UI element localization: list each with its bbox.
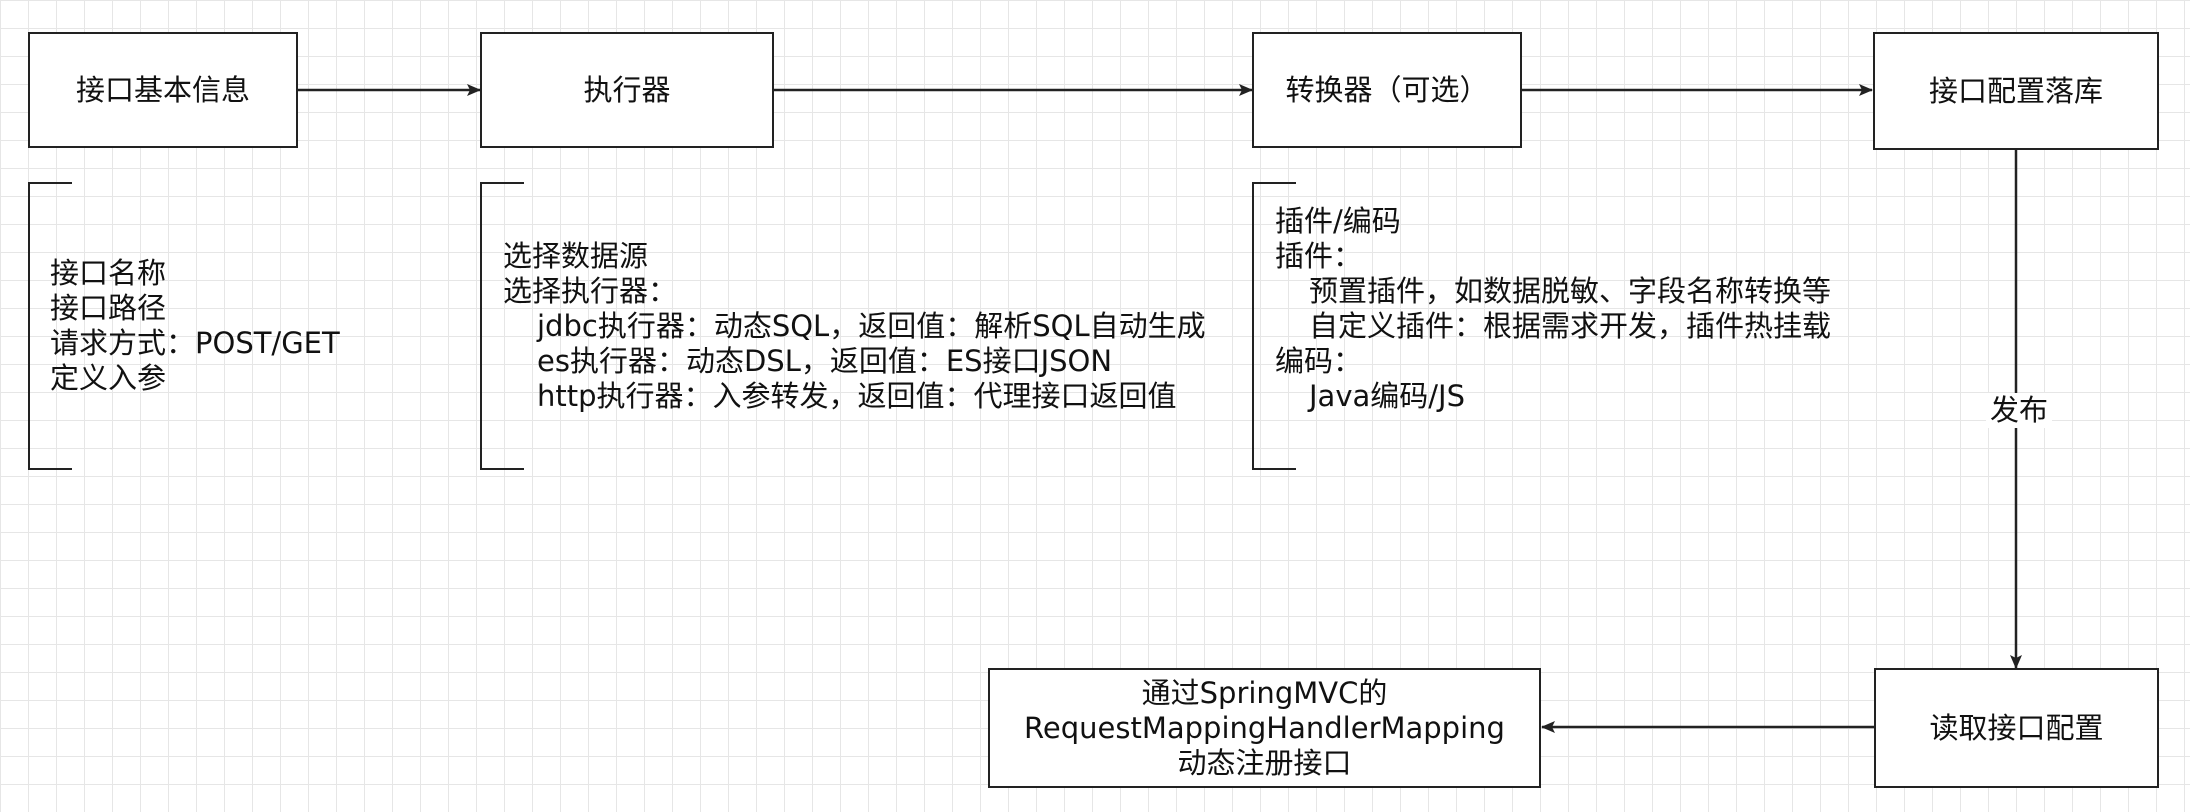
note-converter-line: 插件/编码 bbox=[1275, 204, 1401, 238]
node-executor: 执行器 bbox=[480, 32, 774, 148]
note-executor-line: http执行器：入参转发，返回值：代理接口返回值 bbox=[537, 379, 1177, 413]
note-converter: 插件/编码 插件： 预置插件，如数据脱敏、字段名称转换等 自定义插件：根据需求开… bbox=[1275, 204, 1831, 414]
node-register-line-2: RequestMappingHandlerMapping bbox=[1024, 710, 1505, 745]
node-converter-label: 转换器（可选） bbox=[1285, 72, 1489, 107]
node-converter: 转换器（可选） bbox=[1252, 32, 1522, 148]
note-basic-info-line: 接口名称 bbox=[50, 256, 167, 290]
node-register: 通过SpringMVC的 RequestMappingHandlerMappin… bbox=[988, 668, 1541, 788]
note-executor-line: es执行器：动态DSL，返回值：ES接口JSON bbox=[537, 344, 1113, 378]
note-basic-info-line: 接口路径 bbox=[50, 291, 167, 325]
note-converter-line: 预置插件，如数据脱敏、字段名称转换等 bbox=[1309, 274, 1832, 308]
node-read-config: 读取接口配置 bbox=[1874, 668, 2159, 788]
node-executor-label: 执行器 bbox=[583, 72, 671, 107]
node-read-config-label: 读取接口配置 bbox=[1929, 710, 2104, 745]
note-converter-line: 编码： bbox=[1275, 344, 1363, 378]
node-register-line-1: 通过SpringMVC的 bbox=[1141, 675, 1388, 710]
node-basic-info: 接口基本信息 bbox=[28, 32, 298, 148]
note-executor-line: 选择执行器： bbox=[503, 274, 678, 308]
node-persist-label: 接口配置落库 bbox=[1928, 73, 2103, 108]
note-basic-info-line: 请求方式：POST/GET bbox=[50, 326, 340, 360]
note-executor-line: 选择数据源 bbox=[503, 239, 649, 273]
node-basic-info-label: 接口基本信息 bbox=[75, 72, 250, 107]
edge-label-publish: 发布 bbox=[1986, 393, 2053, 428]
note-converter-line: 自定义插件：根据需求开发，插件热挂载 bbox=[1309, 309, 1832, 343]
note-basic-info: 接口名称 接口路径 请求方式：POST/GET 定义入参 bbox=[50, 256, 340, 396]
note-basic-info-line: 定义入参 bbox=[50, 361, 167, 395]
note-executor-line: jdbc执行器：动态SQL，返回值：解析SQL自动生成 bbox=[537, 309, 1206, 343]
note-converter-line: Java编码/JS bbox=[1309, 379, 1465, 413]
note-converter-line: 插件： bbox=[1275, 239, 1363, 273]
node-register-line-3: 动态注册接口 bbox=[1177, 745, 1352, 780]
node-persist: 接口配置落库 bbox=[1873, 32, 2159, 150]
note-executor: 选择数据源 选择执行器： jdbc执行器：动态SQL，返回值：解析SQL自动生成… bbox=[503, 239, 1206, 414]
